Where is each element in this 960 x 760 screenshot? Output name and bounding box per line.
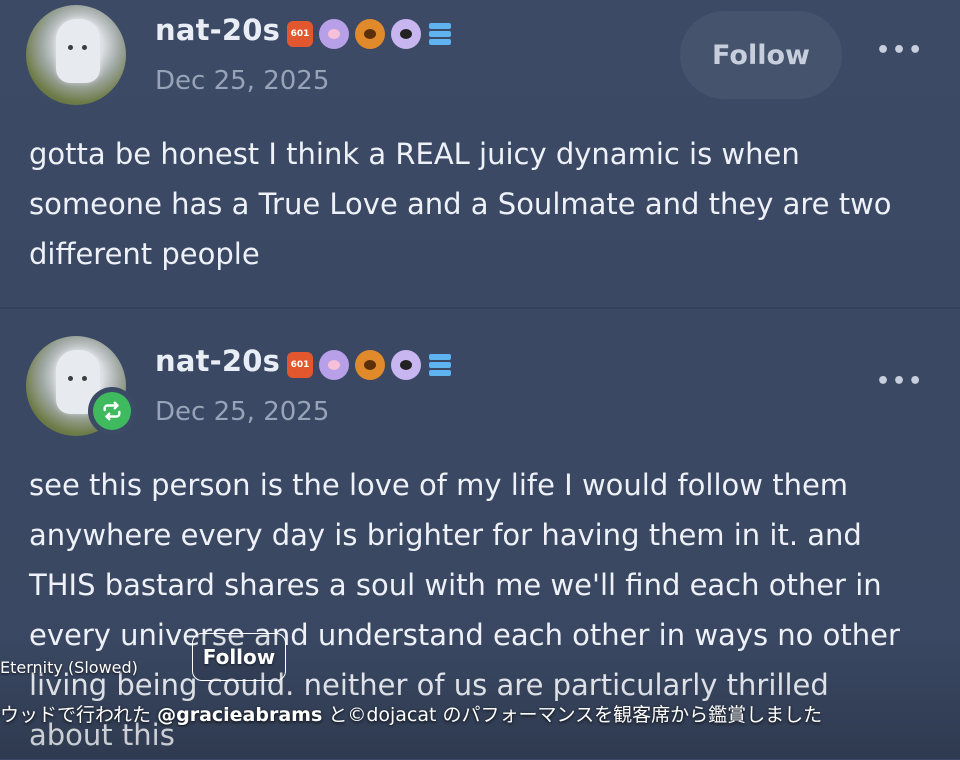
reblog-icon: [93, 392, 131, 430]
post-username[interactable]: nat-20s: [155, 344, 280, 378]
more-options-icon[interactable]: •••: [876, 369, 924, 394]
post-text-line: living being could. neither of us are pa…: [29, 668, 829, 702]
orange-paw-badge-icon: [355, 350, 385, 380]
user-badges: 601: [287, 350, 453, 380]
post-body: see this person is the love of my life I…: [29, 460, 949, 760]
post-date: Dec 25, 2025: [155, 397, 330, 427]
badge-label: 601: [290, 360, 310, 370]
reblog-badge: [88, 387, 136, 435]
black-paw-badge-icon: [391, 350, 421, 380]
hex-badge-icon: 601: [287, 352, 313, 378]
post-text-line: anywhere every day is brighter for havin…: [29, 518, 862, 552]
post-card: nat-20s 601 Dec 25, 2025 ••• see this pe…: [0, 0, 960, 759]
post-text-line: every universe and understand each other…: [29, 618, 900, 652]
post-text-line: THIS bastard shares a soul with me we'll…: [29, 568, 882, 602]
blue-stack-badge-icon: [427, 350, 453, 380]
post-text-line: about this: [29, 718, 175, 752]
post-text-line: see this person is the love of my life I…: [29, 468, 849, 502]
pink-paw-badge-icon: [319, 350, 349, 380]
